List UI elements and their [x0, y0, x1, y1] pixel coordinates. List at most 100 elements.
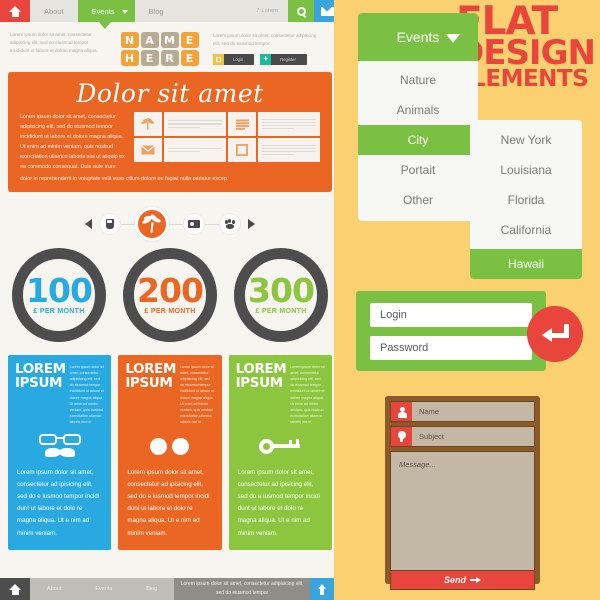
arrow-left-icon[interactable] [85, 219, 92, 229]
register-button[interactable]: + Register [260, 53, 307, 65]
pricing-circle[interactable]: 200 £ PER MONTH [123, 248, 217, 342]
footer-item-blog[interactable]: Blog [129, 578, 174, 600]
arrow-right-icon[interactable] [248, 219, 255, 229]
logo-tile: E [180, 32, 199, 48]
frame-icon [236, 144, 248, 156]
nav-item-about[interactable]: About [30, 0, 78, 22]
dropdown-list: Nature Animals City Portait Other [358, 61, 488, 221]
feature-card[interactable]: LOREM IPSUM Lorem ipsum dolor sit amet, … [228, 355, 332, 550]
card-body: Lorem ipsum dolor sit amet, consectetur … [127, 469, 210, 537]
logo-tile: E [180, 50, 199, 66]
feature-cards: LOREM IPSUM Lorem ipsum dolor sit amet, … [0, 355, 340, 550]
submenu-item-florida[interactable]: Florida [470, 185, 582, 215]
dropdown-item-other[interactable]: Other [358, 185, 478, 215]
header-right-text: Lorem ipsum dolor sit amet, consectetur … [213, 33, 317, 47]
coffee-cup-icon [105, 219, 115, 229]
footer-item-events[interactable]: Events [78, 578, 129, 600]
register-button-label: Register [280, 56, 296, 62]
card-icon-area [229, 425, 332, 467]
login-input[interactable]: Login [370, 302, 532, 327]
grid-text-cell [164, 112, 226, 136]
footer-bar: About Events Blog Lorem ipsum dolor sit … [0, 578, 334, 600]
card-title: LOREM IPSUM [125, 362, 176, 425]
name-input[interactable]: Name [412, 402, 534, 421]
nav-home-button[interactable] [0, 0, 30, 22]
pricing-amount: 100 [26, 271, 93, 311]
card-title-line2: IPSUM [15, 374, 63, 391]
camera-icon [188, 220, 200, 228]
glasses-mustache-icon [38, 434, 82, 458]
pricing-period: £ PER MONTH [33, 307, 85, 315]
logo-tile: E [140, 50, 159, 66]
header-right-block: Lorem ipsum dolor sit amet, consectetur … [213, 31, 318, 65]
card-title: LOREM IPSUM [236, 362, 287, 425]
login-button[interactable]: Login [213, 53, 255, 65]
carousel-item-palm-active[interactable] [135, 207, 169, 241]
card-lorem: Lorem ipsum dolor sit amet, consectetur … [69, 365, 105, 424]
footer-home-button[interactable] [0, 578, 30, 600]
submenu-item-hawaii[interactable]: Hawaii [470, 249, 582, 279]
nav-search-button[interactable] [288, 0, 314, 22]
carousel-item-camera[interactable] [183, 213, 205, 235]
subject-field-row[interactable]: Subject [390, 426, 535, 447]
grid-icon-cell [134, 138, 162, 162]
nav-item-blog[interactable]: Blog [135, 0, 178, 22]
submenu-item-california[interactable]: California [470, 215, 582, 245]
nav-item-label: Events [91, 6, 115, 16]
submenu-item-louisiana[interactable]: Louisiana [470, 155, 582, 185]
pricing-circle[interactable]: 300 £ PER MONTH [234, 248, 328, 342]
flat-design-ui-kit: About Events Blog 7 Lorem Lorem ipsum do… [0, 0, 600, 600]
nav-item-events[interactable]: Events [77, 0, 135, 22]
contact-form: Name Subject Message... Send [385, 396, 540, 590]
footer-note: Lorem ipsum dolor sit amet, consectetur … [174, 578, 310, 600]
card-header: LOREM IPSUM Lorem ipsum dolor sit amet, … [8, 355, 111, 425]
submenu-item-new-york[interactable]: New York [470, 125, 582, 155]
carousel-item-coffee[interactable] [99, 213, 121, 235]
home-icon [8, 5, 22, 17]
feature-card[interactable]: LOREM IPSUM Lorem ipsum dolor sit amet, … [8, 355, 112, 550]
carousel-connector [121, 223, 135, 225]
logo-line-2: H E R E [120, 50, 199, 66]
pricing-circle[interactable]: 100 £ PER MONTH [12, 248, 106, 342]
grid-icon-cell [134, 112, 162, 136]
grid-text-cell [258, 138, 320, 162]
password-input[interactable]: Password [370, 335, 532, 360]
dropdown-item-portait[interactable]: Portait [358, 155, 478, 185]
dropdown-item-animals[interactable]: Animals [358, 95, 478, 125]
message-textarea[interactable]: Message... [390, 451, 535, 571]
send-button[interactable]: Send [390, 571, 535, 590]
search-icon [296, 6, 306, 16]
carousel-connector [205, 223, 219, 225]
pricing-amount: 300 [248, 271, 315, 311]
dropdown-header[interactable]: Events [358, 13, 478, 61]
card-body: Lorem ipsum dolor sit amet, consectetur … [17, 469, 100, 537]
name-field-row[interactable]: Name [390, 401, 535, 422]
palm-icon [141, 117, 155, 130]
send-button-label: Send [443, 575, 466, 585]
hero-title: Dolor sit amet [76, 79, 264, 108]
grid-text-cell [164, 138, 226, 162]
dropdown-item-city[interactable]: City [358, 125, 488, 155]
login-button-label: Login [233, 56, 244, 62]
logo-line-1: N A M E [120, 32, 199, 48]
feature-card[interactable]: LOREM IPSUM Lorem ipsum dolor sit amet, … [118, 355, 222, 550]
nav-item-label: About [44, 6, 64, 16]
logo-tile: N [120, 32, 139, 48]
logo-tile: H [120, 50, 139, 66]
top-navigation-bar: About Events Blog 7 Lorem [0, 0, 340, 29]
hero-banner: Dolor sit amet Lorem ipsum dolor sit ame… [8, 72, 332, 192]
card-icon-area [8, 425, 111, 467]
dropdown-header-label: Events [396, 29, 440, 45]
login-submit-button[interactable] [527, 306, 583, 362]
auth-button-row: Login + Register [213, 53, 318, 65]
footer-item-about[interactable]: About [30, 578, 78, 600]
dropdown-item-nature[interactable]: Nature [358, 65, 478, 95]
plus-icon: + [260, 53, 272, 65]
envelope-icon [141, 145, 155, 155]
header-left-text: Lorem ipsum dolor sit amet, consectetur … [10, 32, 98, 54]
carousel-item-paw[interactable] [219, 213, 241, 235]
palm-tree-icon [141, 212, 163, 235]
scroll-to-top-button[interactable] [310, 578, 334, 600]
subject-input[interactable]: Subject [412, 427, 534, 446]
home-icon [8, 583, 22, 595]
